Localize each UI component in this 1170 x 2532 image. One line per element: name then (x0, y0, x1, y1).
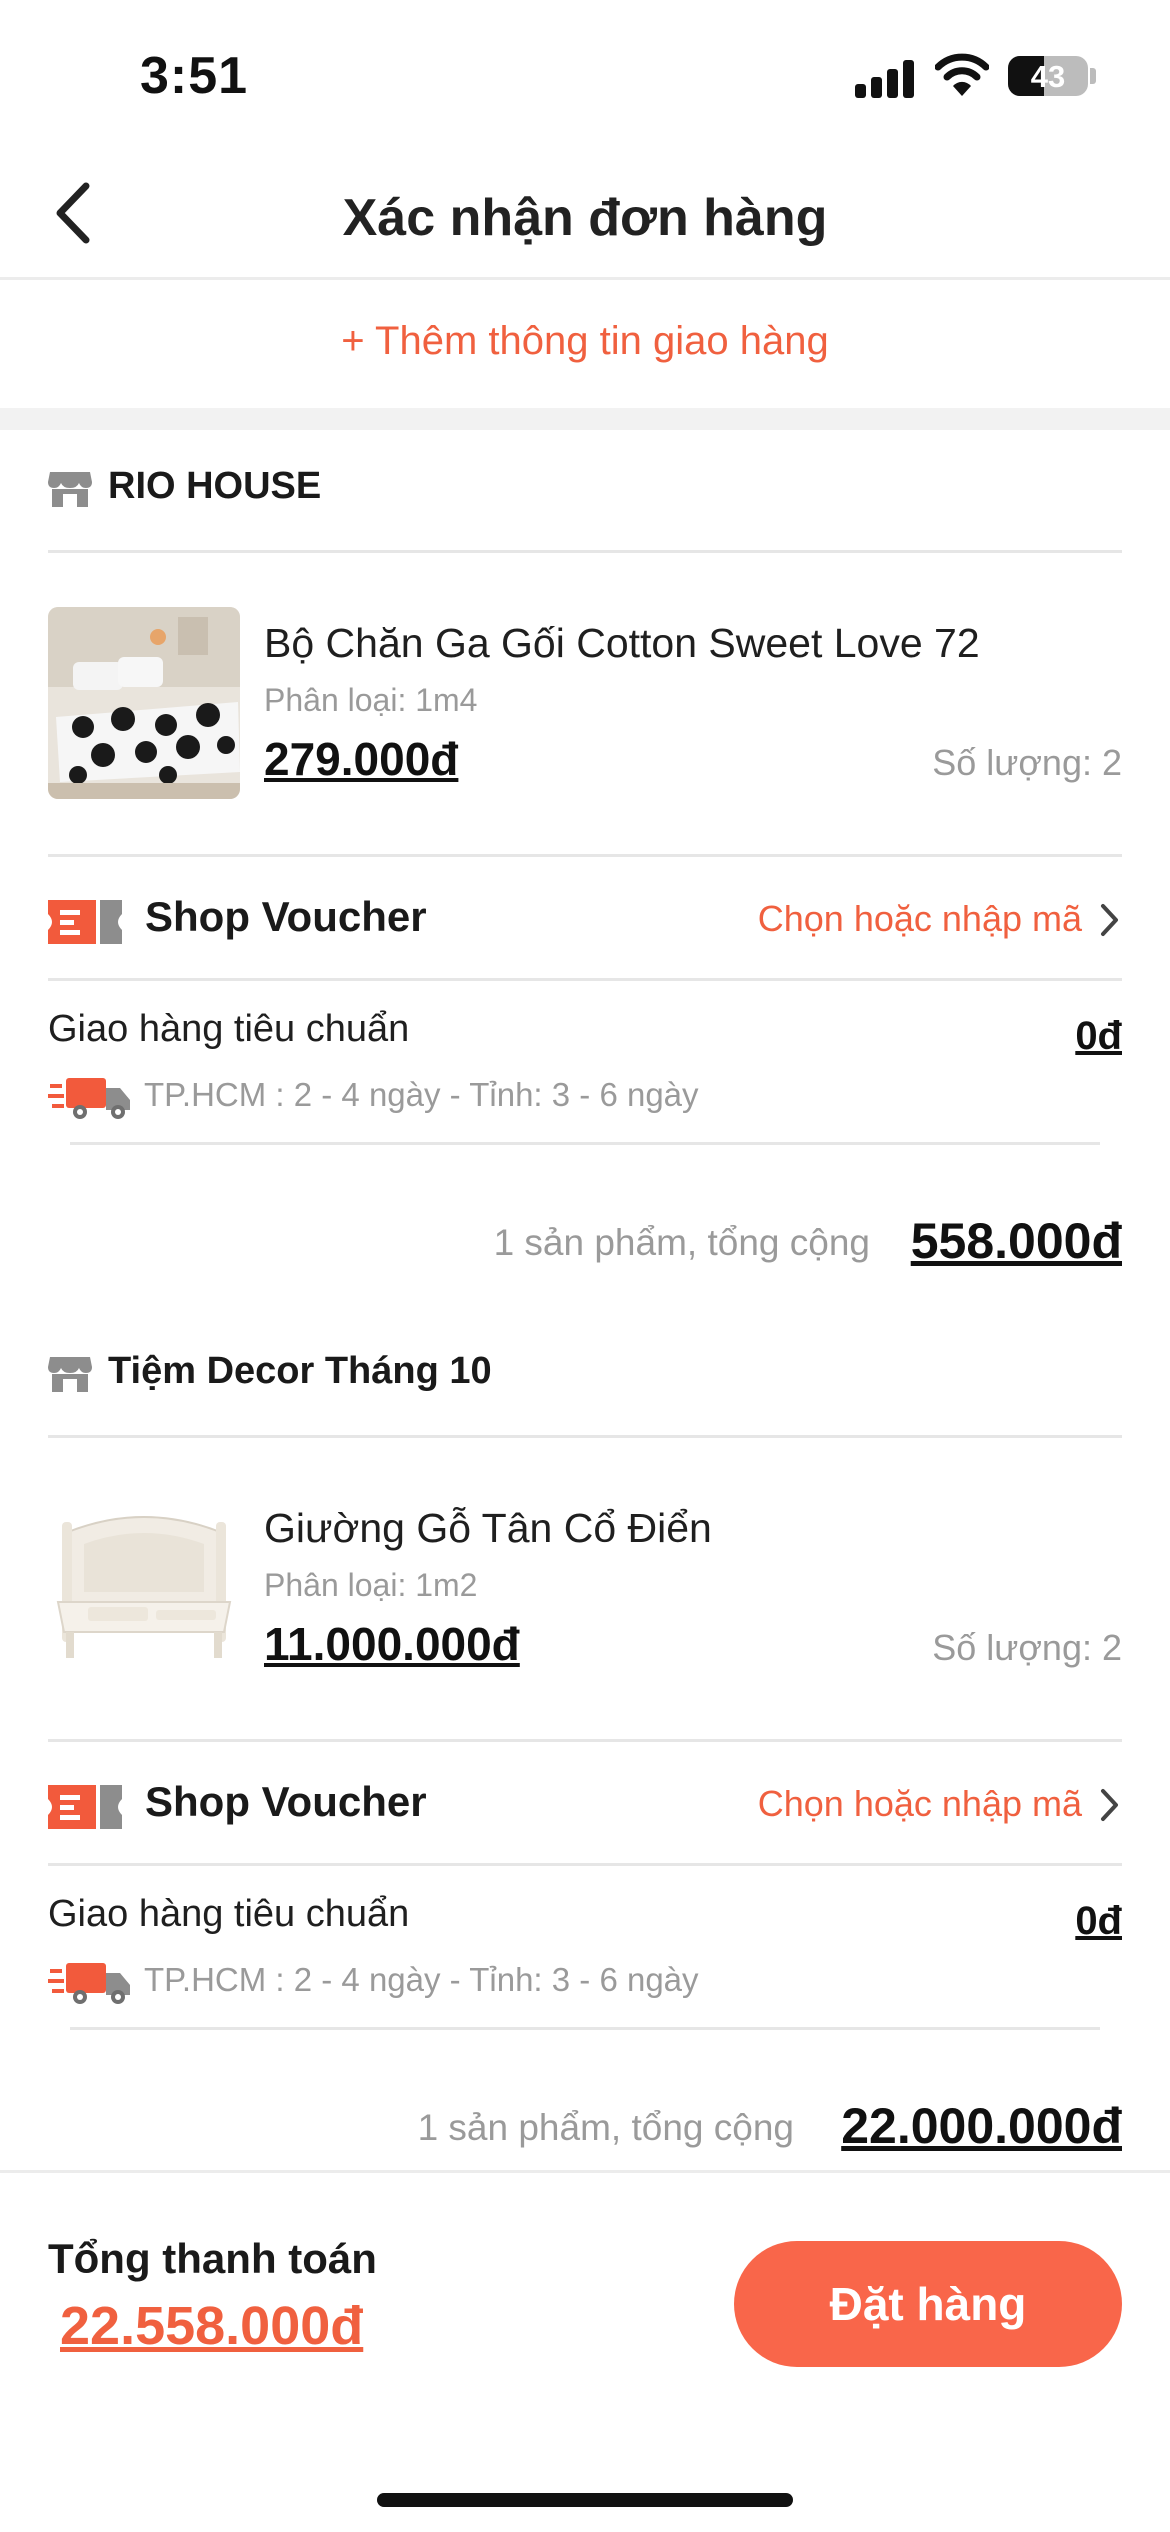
product-quantity: Số lượng: 2 (932, 1627, 1122, 1668)
nav-header: Xác nhận đơn hàng (0, 150, 1170, 280)
shipping-eta: TP.HCM : 2 - 4 ngày - Tỉnh: 3 - 6 ngày (144, 1076, 699, 1113)
divider (48, 978, 1122, 981)
product-thumbnail[interactable] (48, 607, 240, 799)
product-thumbnail[interactable] (48, 1492, 240, 1684)
shop-header[interactable]: Tiệm Decor Tháng 10 (48, 1345, 1122, 1415)
subtotal-value: 558.000đ (910, 1213, 1122, 1269)
shipping-method: Giao hàng tiêu chuẩn (48, 1008, 410, 1050)
product-price: 279.000đ (264, 733, 459, 785)
divider (48, 1739, 1122, 1742)
bed-image (48, 1492, 240, 1684)
truck-icon (48, 1963, 130, 2004)
status-time: 3:51 (140, 47, 249, 105)
shipping-fee: 0đ (1075, 1899, 1122, 1943)
subtotal-value: 22.000.000đ (841, 2098, 1122, 2154)
chevron-right-icon[interactable] (1096, 1785, 1122, 1825)
voucher-label: Shop Voucher (145, 1778, 427, 1825)
shop-name: Tiệm Decor Tháng 10 (108, 1350, 492, 1392)
truck-icon (48, 1078, 130, 1119)
divider (48, 854, 1122, 857)
divider (48, 550, 1122, 553)
product-variant: Phân loại: 1m2 (264, 1567, 478, 1603)
bedding-image (48, 607, 240, 799)
voucher-icon (48, 1785, 122, 1829)
shipping-fee: 0đ (1075, 1014, 1122, 1058)
shipping-eta: TP.HCM : 2 - 4 ngày - Tỉnh: 3 - 6 ngày (144, 1961, 699, 1998)
product-price: 11.000.000đ (264, 1618, 520, 1670)
divider (70, 1142, 1100, 1145)
divider (48, 1863, 1122, 1866)
subtotal-label: 1 sản phẩm, tổng cộng (493, 1222, 870, 1263)
battery-icon: 43 (1008, 56, 1088, 96)
shipping-method: Giao hàng tiêu chuẩn (48, 1893, 410, 1935)
total-label: Tổng thanh toán (48, 2235, 377, 2282)
total-value: 22.558.000đ (60, 2296, 364, 2356)
checkout-bar: Tổng thanh toán 22.558.000đ Đặt hàng (0, 2170, 1170, 2532)
voucher-select-link[interactable]: Chọn hoặc nhập mã (758, 1783, 1082, 1825)
product-variant: Phân loại: 1m4 (264, 682, 478, 718)
store-icon (48, 472, 92, 507)
divider (48, 1435, 1122, 1438)
store-icon (48, 1357, 92, 1392)
subtotal-label: 1 sản phẩm, tổng cộng (417, 2107, 794, 2148)
page-title: Xác nhận đơn hàng (342, 189, 828, 247)
home-indicator (377, 2493, 793, 2507)
wifi-icon (935, 53, 989, 96)
shop-card: Tiệm Decor Tháng 10 Giường Gỗ Tân Cổ Điể… (48, 1345, 1122, 2165)
battery-tip (1090, 68, 1096, 84)
add-shipping-info-link[interactable]: + Thêm thông tin giao hàng (0, 283, 1170, 408)
shop-card: RIO HOUSE Bộ Chăn Ga Gối Cotton Sweet Lo… (48, 460, 1122, 1320)
voucher-select-link[interactable]: Chọn hoặc nhập mã (758, 898, 1082, 940)
shop-name: RIO HOUSE (108, 465, 322, 507)
divider (70, 2027, 1100, 2030)
battery-level: 43 (1030, 59, 1066, 94)
signal-icon (855, 60, 915, 98)
product-quantity: Số lượng: 2 (932, 742, 1122, 783)
product-name: Giường Gỗ Tân Cổ Điển (264, 1505, 712, 1551)
voucher-label: Shop Voucher (145, 893, 427, 940)
voucher-icon (48, 900, 122, 944)
product-name: Bộ Chăn Ga Gối Cotton Sweet Love 72 (264, 620, 980, 666)
status-bar: 3:51 43 (0, 0, 1170, 150)
chevron-right-icon[interactable] (1096, 900, 1122, 940)
shop-header[interactable]: RIO HOUSE (48, 460, 1122, 530)
section-separator (0, 408, 1170, 430)
place-order-button[interactable]: Đặt hàng (734, 2241, 1122, 2367)
